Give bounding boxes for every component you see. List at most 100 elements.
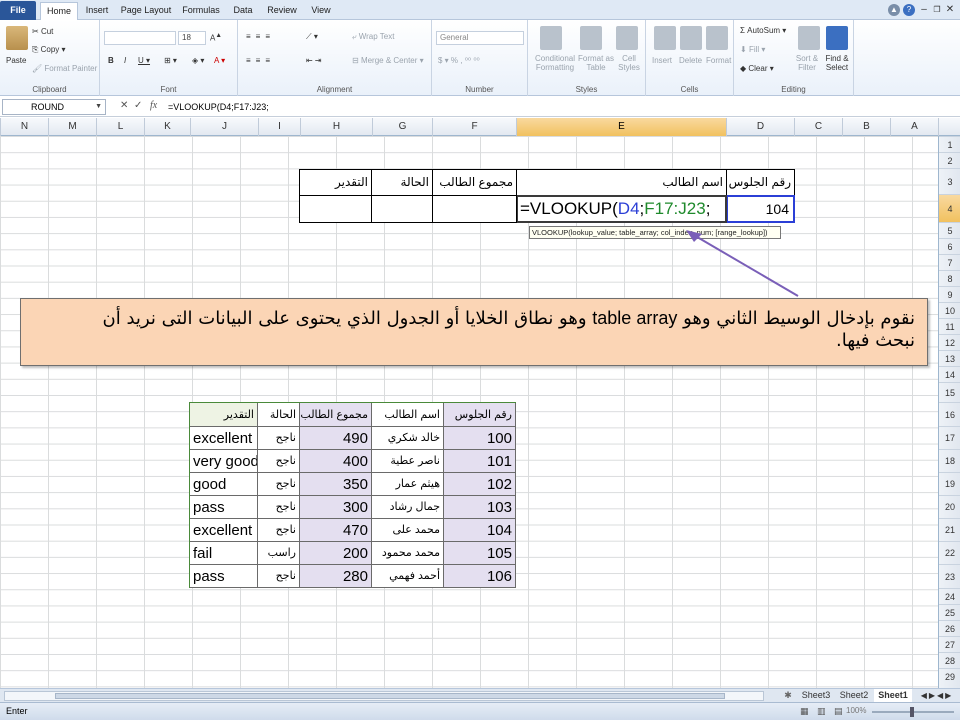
- conditional-formatting-icon[interactable]: [540, 26, 562, 50]
- autosum-button[interactable]: Σ AutoSum ▾: [740, 26, 786, 35]
- format-cells-button[interactable]: Format: [706, 56, 731, 65]
- table-cell-grade[interactable]: excellent: [190, 427, 258, 450]
- column-header[interactable]: A: [890, 118, 938, 136]
- font-name-field[interactable]: [104, 31, 176, 45]
- formula-input[interactable]: =VLOOKUP(D4;F17:J23;: [164, 99, 958, 115]
- row-header[interactable]: 2: [939, 152, 960, 168]
- column-header[interactable]: H: [300, 118, 372, 136]
- row-header[interactable]: 29: [939, 668, 960, 684]
- indent-buttons[interactable]: ⇤ ⇥: [306, 56, 322, 65]
- sort-filter-button[interactable]: Sort & Filter: [792, 54, 822, 72]
- column-header[interactable]: G: [372, 118, 432, 136]
- lookup-header-name[interactable]: اسم الطالب: [516, 169, 727, 196]
- column-header[interactable]: C: [794, 118, 842, 136]
- minimize-ribbon-icon[interactable]: ▲: [888, 4, 900, 16]
- table-cell-name[interactable]: أحمد فهمي: [372, 565, 444, 588]
- clear-button[interactable]: ◆ Clear ▾: [740, 64, 774, 73]
- delete-cells-button[interactable]: Delete: [679, 56, 702, 65]
- table-header-total[interactable]: مجموع الطالب: [300, 403, 372, 427]
- number-format-field[interactable]: General: [436, 31, 524, 45]
- row-header[interactable]: 28: [939, 652, 960, 668]
- row-header[interactable]: 8: [939, 270, 960, 286]
- column-header-active[interactable]: E: [516, 118, 726, 136]
- format-cells-icon[interactable]: [706, 26, 728, 50]
- table-cell-grade[interactable]: very good: [190, 450, 258, 473]
- row-header[interactable]: 19: [939, 472, 960, 495]
- tab-insert[interactable]: Insert: [80, 2, 114, 20]
- row-header-active[interactable]: 4: [939, 194, 960, 222]
- column-header[interactable]: N: [0, 118, 48, 136]
- delete-cells-icon[interactable]: [680, 26, 702, 50]
- underline-button[interactable]: U ▾: [138, 56, 150, 65]
- enter-formula-icon[interactable]: ✓: [134, 100, 142, 111]
- font-grow-button[interactable]: A▲: [210, 32, 222, 43]
- vertical-align-buttons[interactable]: ≡≡≡: [246, 32, 275, 41]
- format-as-table-button[interactable]: Format as Table: [578, 54, 614, 72]
- row-header[interactable]: 21: [939, 518, 960, 541]
- row-header[interactable]: 27: [939, 636, 960, 652]
- lookup-header-status[interactable]: الحالة: [371, 169, 433, 196]
- fill-button[interactable]: ⬇ Fill ▾: [740, 45, 765, 54]
- bold-button[interactable]: B: [108, 56, 114, 65]
- font-color-button[interactable]: A ▾: [214, 56, 225, 65]
- table-cell-total[interactable]: 300: [300, 496, 372, 519]
- italic-button[interactable]: I: [124, 56, 126, 65]
- tab-home[interactable]: Home: [40, 2, 78, 21]
- lookup-status-cell[interactable]: [371, 195, 433, 223]
- row-header[interactable]: 25: [939, 604, 960, 620]
- chevron-down-icon[interactable]: ▼: [95, 100, 102, 114]
- row-header[interactable]: 1: [939, 136, 960, 152]
- horizontal-align-buttons[interactable]: ≡≡≡: [246, 56, 275, 65]
- format-as-table-icon[interactable]: [580, 26, 602, 50]
- row-header[interactable]: 20: [939, 495, 960, 518]
- table-cell-name[interactable]: محمد محمود: [372, 542, 444, 565]
- table-header-grade[interactable]: التقدير: [190, 403, 258, 427]
- row-header[interactable]: 6: [939, 238, 960, 254]
- table-cell-total[interactable]: 350: [300, 473, 372, 496]
- table-cell-seat[interactable]: 104: [444, 519, 516, 542]
- orientation-button[interactable]: ⟋ ▾: [306, 32, 318, 42]
- view-buttons[interactable]: ▦ ▥ ▤: [800, 706, 846, 717]
- sheet-tab[interactable]: Sheet3: [798, 689, 834, 702]
- sheet-tab[interactable]: Sheet2: [836, 689, 872, 702]
- zoom-slider-thumb[interactable]: [910, 707, 914, 717]
- insert-cells-icon[interactable]: [654, 26, 676, 50]
- cell-styles-button[interactable]: Cell Styles: [616, 54, 642, 72]
- row-header[interactable]: 23: [939, 564, 960, 588]
- window-close-icon[interactable]: ✕: [944, 4, 956, 16]
- lookup-header-total[interactable]: مجموع الطالب: [432, 169, 517, 196]
- active-formula-cell[interactable]: =VLOOKUP(D4;F17:J23;: [516, 195, 727, 223]
- borders-button[interactable]: ⊞ ▾: [164, 56, 177, 65]
- table-cell-name[interactable]: جمال رشاد: [372, 496, 444, 519]
- table-cell-seat[interactable]: 103: [444, 496, 516, 519]
- row-header[interactable]: 11: [939, 318, 960, 334]
- row-header[interactable]: 24: [939, 588, 960, 604]
- table-cell-grade[interactable]: good: [190, 473, 258, 496]
- tab-view[interactable]: View: [306, 2, 336, 20]
- select-all-corner[interactable]: [938, 118, 960, 136]
- table-header-status[interactable]: الحالة: [258, 403, 300, 427]
- find-select-icon[interactable]: [826, 26, 848, 50]
- table-cell-seat[interactable]: 102: [444, 473, 516, 496]
- fill-color-button[interactable]: ◈ ▾: [192, 56, 204, 65]
- row-header[interactable]: 16: [939, 402, 960, 426]
- zoom-slider[interactable]: [872, 707, 954, 717]
- column-header[interactable]: M: [48, 118, 96, 136]
- table-cell-seat[interactable]: 105: [444, 542, 516, 565]
- paste-button[interactable]: Paste: [6, 56, 26, 65]
- table-cell-status[interactable]: ناجح: [258, 450, 300, 473]
- paste-icon[interactable]: [6, 26, 28, 50]
- table-cell-grade[interactable]: pass: [190, 496, 258, 519]
- tab-page-layout[interactable]: Page Layout: [118, 2, 174, 20]
- row-header[interactable]: 14: [939, 366, 960, 382]
- table-cell-name[interactable]: ناصر عطية: [372, 450, 444, 473]
- copy-button[interactable]: ⎘ Copy ▾: [32, 45, 66, 55]
- sort-filter-icon[interactable]: [798, 26, 820, 50]
- table-cell-status[interactable]: ناجح: [258, 427, 300, 450]
- cut-button[interactable]: ✂ Cut: [32, 27, 53, 36]
- table-cell-seat[interactable]: 106: [444, 565, 516, 588]
- insert-sheet-icon[interactable]: ✱: [778, 689, 798, 702]
- find-select-button[interactable]: Find & Select: [822, 54, 852, 72]
- table-cell-name[interactable]: خالد شكري: [372, 427, 444, 450]
- row-header[interactable]: 12: [939, 334, 960, 350]
